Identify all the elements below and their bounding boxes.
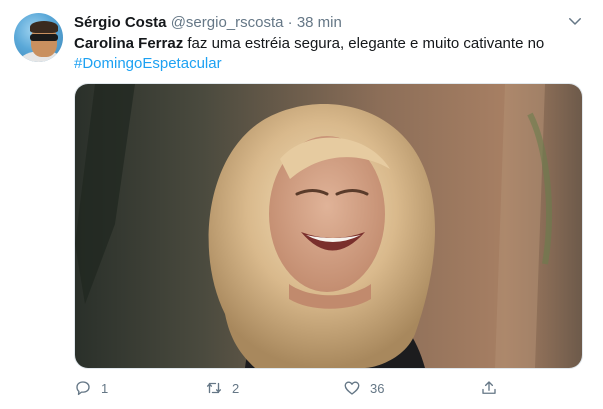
like-button[interactable]: 36 xyxy=(343,378,384,398)
tweet-photo[interactable] xyxy=(74,83,583,369)
photo-image xyxy=(75,84,582,368)
mention-bold: Carolina Ferraz xyxy=(74,35,184,52)
like-count: 36 xyxy=(370,380,385,396)
action-bar: 1 2 36 xyxy=(0,378,603,400)
separator-dot: · xyxy=(287,14,293,31)
tweet-header: Sérgio Costa @sergio_rscosta · 38 min xyxy=(74,13,342,32)
share-icon xyxy=(482,381,496,394)
avatar-sunglasses xyxy=(30,34,58,41)
tweet-time[interactable]: 38 min xyxy=(297,14,342,31)
tweet-text: Carolina Ferraz faz uma estréia segura, … xyxy=(74,34,584,74)
tweet-body: faz uma estréia segura, elegante e muito… xyxy=(183,35,545,52)
retweet-count: 2 xyxy=(232,380,240,396)
hashtag-link[interactable]: #DomingoEspetacular xyxy=(74,55,222,72)
avatar[interactable] xyxy=(14,13,63,62)
reply-button[interactable]: 1 xyxy=(74,378,108,398)
tweet-card[interactable]: Sérgio Costa @sergio_rscosta · 38 min Ca… xyxy=(0,0,603,409)
retweet-button[interactable]: 2 xyxy=(205,378,239,398)
chevron-down-icon[interactable] xyxy=(566,12,584,30)
like-icon xyxy=(344,381,360,395)
reply-count: 1 xyxy=(101,380,109,396)
avatar-hair xyxy=(30,21,58,33)
author-name[interactable]: Sérgio Costa xyxy=(74,14,167,31)
share-button[interactable] xyxy=(480,378,498,398)
reply-icon xyxy=(76,381,90,396)
author-handle[interactable]: @sergio_rscosta xyxy=(171,14,284,31)
retweet-icon xyxy=(206,382,222,394)
